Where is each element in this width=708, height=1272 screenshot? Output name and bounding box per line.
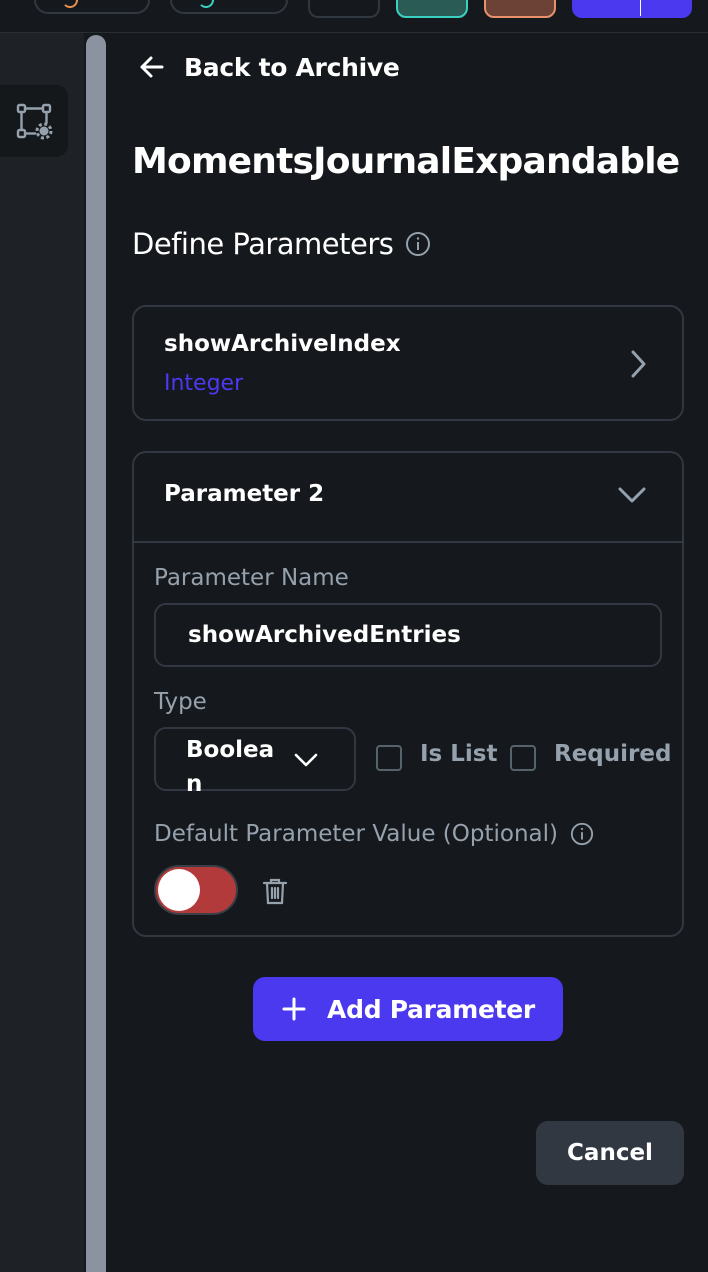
back-to-archive-link[interactable]: Back to Archive	[136, 51, 400, 83]
default-value-row: Default Parameter Value (Optional)	[154, 821, 594, 847]
toolbar-primary-button[interactable]	[572, 0, 692, 18]
parameters-panel: Back to Archive MomentsJournalExpandable…	[108, 33, 708, 1272]
info-icon[interactable]	[570, 822, 594, 846]
type-dropdown[interactable]: Boolean	[154, 727, 356, 797]
flow-settings-icon	[16, 103, 53, 140]
chevron-down-icon	[294, 753, 318, 767]
toolbar-button-1[interactable]	[308, 0, 380, 18]
left-rail	[0, 33, 84, 1272]
required-checkbox[interactable]	[510, 745, 536, 771]
parameter-name: showArchiveIndex	[164, 331, 401, 357]
default-value-label: Default Parameter Value (Optional)	[154, 821, 558, 847]
parameter-header[interactable]: Parameter 2	[134, 453, 682, 543]
info-icon[interactable]	[405, 231, 431, 257]
parameter-card-collapsed[interactable]: showArchiveIndex Integer	[132, 305, 684, 421]
parameter-type: Integer	[164, 371, 244, 396]
button-divider	[640, 0, 641, 16]
back-label: Back to Archive	[184, 52, 400, 82]
parameter-card-expanded: Parameter 2 Parameter Name Type Boolean …	[132, 451, 684, 937]
type-label: Type	[154, 689, 207, 715]
required-label: Required	[554, 741, 672, 767]
panel-scrollbar[interactable]	[84, 33, 108, 1272]
section-title: Define Parameters	[132, 227, 394, 261]
section-header: Define Parameters	[132, 227, 431, 261]
toolbar-pill-2[interactable]	[170, 0, 288, 14]
rail-flow-settings-button[interactable]	[0, 85, 68, 157]
toolbar-button-teal[interactable]	[396, 0, 468, 18]
plus-icon	[282, 997, 306, 1021]
parameter-name-input[interactable]	[154, 603, 662, 667]
status-ring-icon	[198, 0, 214, 8]
parameter-header-label: Parameter 2	[164, 481, 325, 507]
add-parameter-label: Add Parameter	[327, 994, 535, 1024]
type-dropdown-value: Boolean	[186, 737, 275, 797]
add-parameter-button[interactable]: Add Parameter	[253, 977, 563, 1041]
status-ring-icon	[62, 0, 78, 8]
toolbar-pill-1[interactable]	[34, 0, 150, 14]
page-title: MomentsJournalExpandable	[132, 141, 680, 182]
toggle-knob	[158, 869, 200, 911]
parameter-name-label: Parameter Name	[154, 565, 349, 591]
toolbar-button-orange[interactable]	[484, 0, 556, 18]
cancel-button[interactable]: Cancel	[536, 1121, 684, 1185]
chevron-down-icon	[618, 487, 646, 503]
is-list-label: Is List	[420, 741, 498, 767]
trash-icon[interactable]	[262, 877, 288, 905]
top-toolbar	[0, 0, 708, 33]
arrow-left-icon	[140, 56, 164, 78]
chevron-right-icon	[631, 350, 646, 378]
default-value-toggle[interactable]	[154, 865, 238, 915]
is-list-checkbox[interactable]	[376, 745, 402, 771]
scrollbar-thumb[interactable]	[86, 35, 106, 1272]
